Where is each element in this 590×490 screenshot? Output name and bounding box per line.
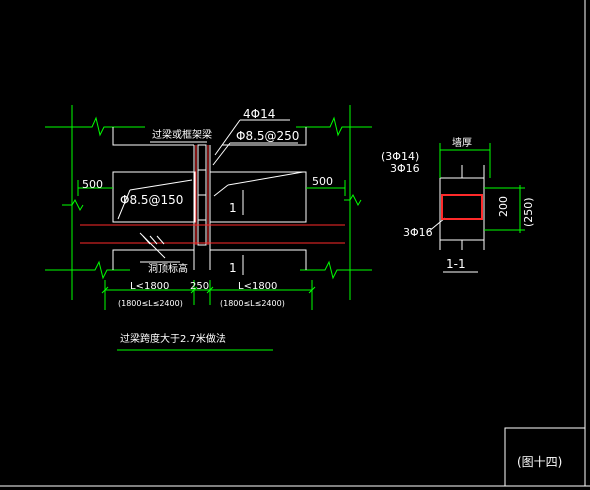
section-bottom-bar: 3Φ16 [403, 226, 433, 239]
note-label: 过梁跨度大于2.7米做法 [120, 332, 226, 345]
section-label: 1-1 [446, 257, 466, 271]
dimension-lines [77, 180, 346, 351]
section-1-1 [427, 143, 525, 273]
stirrup-mid-label: Φ8.5@250 [236, 129, 299, 143]
section-mark-lower: 1 [229, 261, 237, 275]
drawing-svg: (图十四) 过梁或框架梁 4Φ14 Φ8.5@250 Φ8.5@150 500 … [0, 0, 590, 487]
dim-right-500: 500 [312, 175, 333, 188]
stirrup-left-label: Φ8.5@150 [120, 193, 183, 207]
figure-label: (图十四) [517, 455, 562, 469]
wall-thickness-label: 墙厚 [452, 136, 472, 149]
span-left-label: L<1800 [130, 281, 169, 292]
opening-top-label: 洞顶标高 [148, 262, 188, 275]
top-bar-label: 4Φ14 [243, 107, 275, 121]
range-right-label: (1800≤L≤2400) [220, 299, 285, 308]
span-mid-label: 250 [190, 281, 209, 292]
range-left-label: (1800≤L≤2400) [118, 299, 183, 308]
section-mark-upper: 1 [229, 201, 237, 215]
lintel-label: 过梁或框架梁 [152, 128, 212, 141]
section-top-main: 3Φ16 [390, 162, 420, 175]
cad-canvas: (图十四) 过梁或框架梁 4Φ14 Φ8.5@250 Φ8.5@150 500 … [0, 0, 590, 490]
dim-left-500: 500 [82, 178, 103, 191]
span-right-label: L<1800 [238, 281, 277, 292]
height-250-label: (250) [522, 197, 535, 227]
height-200-label: 200 [497, 196, 510, 217]
